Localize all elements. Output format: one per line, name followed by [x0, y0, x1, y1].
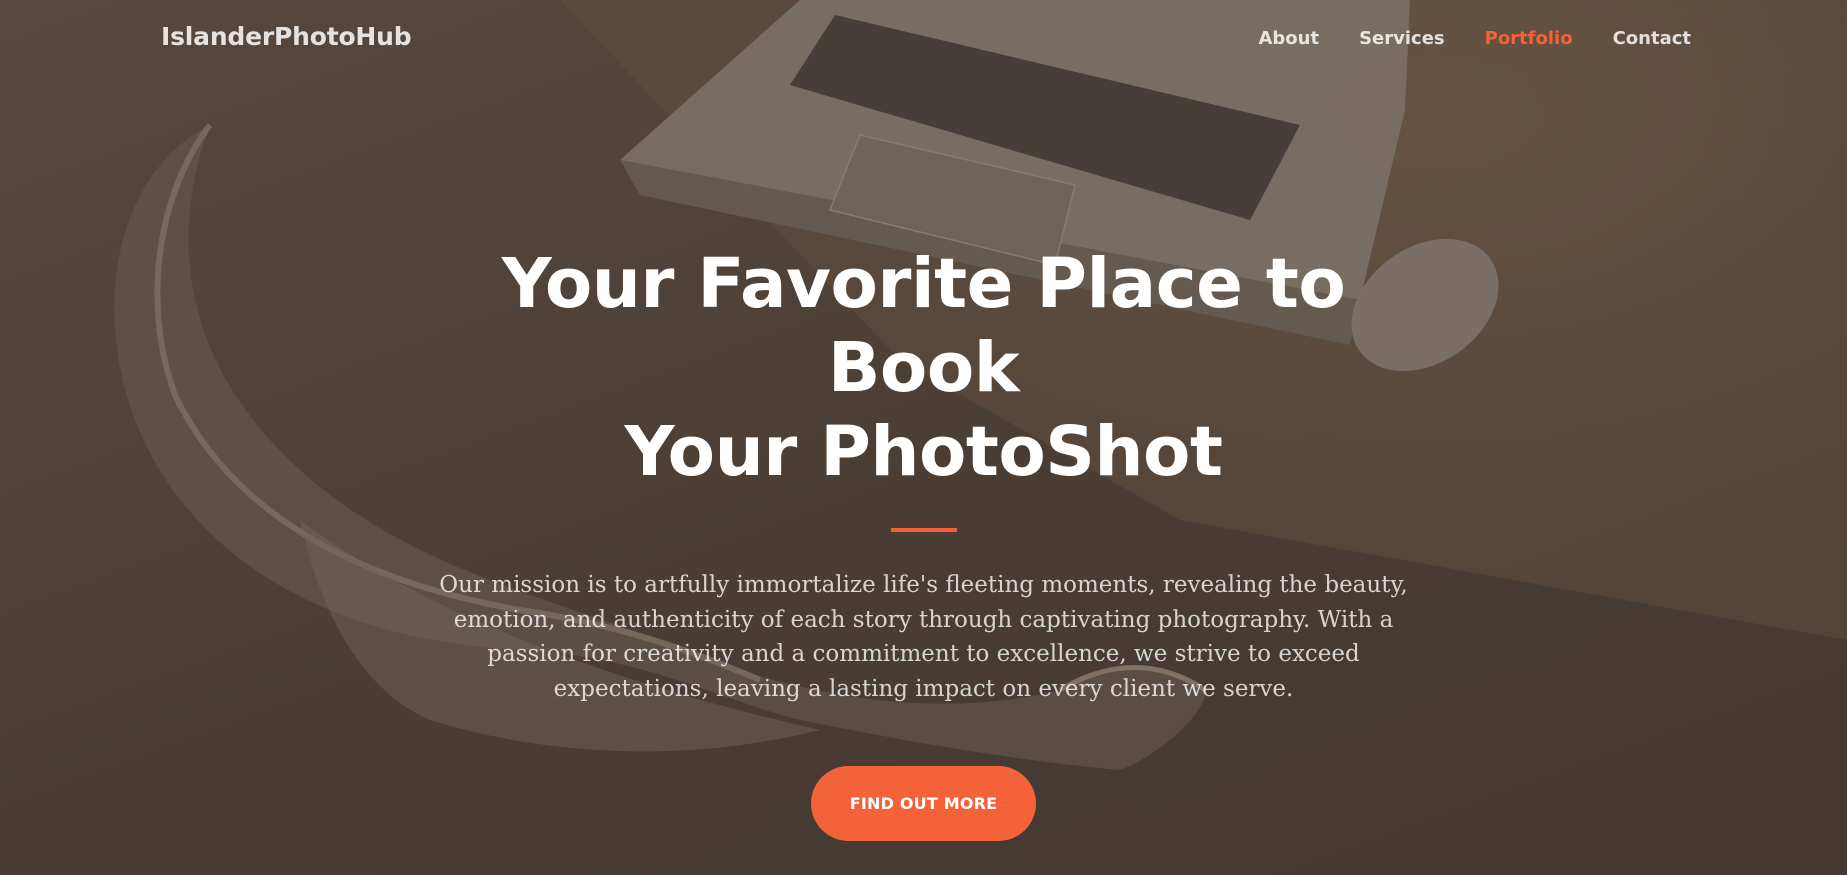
nav-link-services[interactable]: Services [1359, 28, 1445, 49]
hero-title-line-1: Your Favorite Place to Book [501, 244, 1346, 408]
find-out-more-button[interactable]: Find Out More [811, 766, 1036, 841]
nav-link-about[interactable]: About [1258, 28, 1319, 49]
brand-logo-link[interactable]: IslanderPhotoHub [161, 22, 412, 51]
nav-link-contact[interactable]: Contact [1613, 28, 1691, 49]
hero-title-line-2: Your PhotoShot [624, 412, 1223, 492]
hero-divider [890, 528, 957, 532]
navbar: IslanderPhotoHub About Services Portfoli… [0, 0, 1847, 80]
hero-mission-text: Our mission is to artfully immortalize l… [439, 572, 1408, 702]
nav-links: About Services Portfolio Contact [1258, 28, 1691, 49]
nav-link-portfolio[interactable]: Portfolio [1485, 28, 1573, 49]
hero-title: Your Favorite Place to Book Your PhotoSh… [434, 242, 1414, 494]
hero-section: Your Favorite Place to Book Your PhotoSh… [0, 242, 1847, 841]
